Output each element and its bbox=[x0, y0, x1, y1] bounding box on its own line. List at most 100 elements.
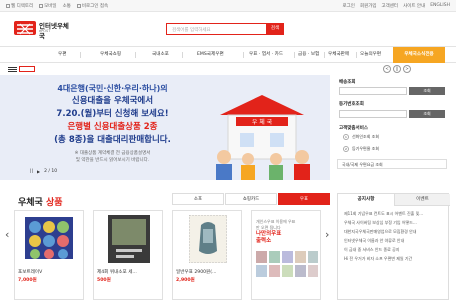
nav-item-shopping[interactable]: 우체국쇼핑 bbox=[100, 47, 121, 63]
banner-indicator bbox=[19, 66, 35, 72]
tracking-search-button[interactable]: 조회 bbox=[409, 87, 445, 95]
registered-search-button[interactable]: 조회 bbox=[409, 110, 445, 118]
banner-note-1: ※ 대출상품 계약체결 전 금융상품설명서 bbox=[74, 151, 151, 156]
banner-line-5: (총 8종)을 대출대리판매합니다. bbox=[54, 135, 171, 145]
promo-headline-line-1: 나만의우표 bbox=[256, 231, 282, 237]
tab-event[interactable]: 이벤트 bbox=[394, 194, 450, 206]
post-office-illustration-icon: 우 체 국 bbox=[216, 95, 310, 180]
registered-number-input[interactable] bbox=[339, 110, 407, 118]
carousel-prev-icon[interactable]: ‹ bbox=[5, 228, 13, 242]
product-price: 2,900원 bbox=[176, 278, 195, 283]
notice-item[interactable]: 제11회 기념우표 컨트도 표시 어벤트 진출 및... bbox=[344, 211, 423, 217]
nav-item-special[interactable]: 우체국소식전용 bbox=[393, 47, 445, 63]
nav-item-sales[interactable]: 우체국판매 bbox=[328, 47, 349, 63]
nav-item-stamps[interactable]: 우표 · 엽서 · 카드 bbox=[249, 47, 283, 63]
banner-line-4: 은행별 신용대출상품 2종 bbox=[67, 122, 158, 132]
search-input[interactable]: 검색어를 입력하세요 bbox=[172, 27, 211, 33]
delivery-tracking-label: 배송조회 bbox=[339, 80, 356, 85]
pause-icon[interactable]: || bbox=[393, 65, 401, 73]
hamburger-menu-icon[interactable] bbox=[8, 67, 17, 68]
tab-stamps[interactable]: 우표 bbox=[278, 193, 330, 205]
notice-item[interactable]: 인터넷우체국 이름과 안 야류로 안내 bbox=[344, 238, 404, 244]
topbar-mobile[interactable]: 모바일 bbox=[39, 3, 57, 9]
banner-text: 4대은행(국민·신한·우리·하나)의 신용대출을 우체국에서 7.20.(월)부… bbox=[30, 82, 195, 164]
post-logo-icon bbox=[14, 21, 36, 35]
product-image-badges bbox=[25, 217, 73, 259]
topbar-web-directory[interactable]: 웹 디렉토리 bbox=[6, 3, 33, 9]
topbar-community[interactable]: 소통 bbox=[63, 3, 71, 9]
service-item-2[interactable]: 2 등기우편물 조회 bbox=[343, 146, 379, 152]
product-title-accent: 상품 bbox=[45, 198, 63, 208]
tracking-panel: 배송조회 조회 등기번호조회 조회 고객맞춤서비스 1 선화인조회 조회 2 등… bbox=[337, 75, 449, 180]
main-banner[interactable]: 4대은행(국민·신한·우리·하나)의 신용대출을 우체국에서 7.20.(월)부… bbox=[0, 75, 330, 180]
customer-center-link[interactable]: 고객센터 bbox=[382, 3, 399, 9]
nav-item-ems[interactable]: EMS국제우편 bbox=[197, 47, 224, 63]
nav-item-parcel[interactable]: 국내소포 bbox=[152, 47, 169, 63]
promo-headline-line-2: 출력소 bbox=[256, 238, 272, 244]
circle-icon: 1 bbox=[343, 134, 349, 140]
circle-icon: 2 bbox=[343, 146, 349, 152]
notice-item[interactable]: 대한지국우체국판매영업으로 모집환경 안내 bbox=[344, 229, 416, 235]
tab-parcel[interactable]: 소포 bbox=[172, 193, 224, 205]
service-item-label: 등기우편물 조회 bbox=[352, 146, 380, 151]
logo-subtext: ePOST bbox=[39, 29, 51, 33]
product-title-main: 우체국 bbox=[18, 198, 43, 208]
product-name: 제4회 위내소포 세... bbox=[97, 270, 137, 275]
nav-divider bbox=[135, 52, 136, 58]
nav-item-today[interactable]: 오늘의우편 bbox=[360, 47, 381, 63]
login-link[interactable]: 로그인 bbox=[343, 3, 355, 9]
banner-line-2: 신용대출을 우체국에서 bbox=[71, 96, 154, 106]
product-section-title: 우체국 상품 bbox=[18, 195, 63, 208]
promo-card[interactable]: 개인스우표 이용에 우표 만 오면 됩니다 나만의우표 출력소 bbox=[251, 210, 321, 300]
product-card[interactable]: 제4회 위내소포 세... 500원 bbox=[93, 210, 163, 300]
next-icon[interactable]: > bbox=[403, 65, 411, 73]
epost-logo[interactable]: 인터넷우체국 ePOST bbox=[14, 20, 69, 40]
search-box[interactable]: 검색어를 입력하세요 검색 bbox=[166, 23, 284, 35]
service-item-1[interactable]: 1 선화인조회 조회 bbox=[343, 134, 379, 140]
banner-play-button[interactable]: ▶ bbox=[37, 169, 40, 174]
nav-divider bbox=[294, 52, 295, 58]
sub-bar: < || > bbox=[0, 64, 456, 74]
product-price: 500원 bbox=[97, 278, 111, 283]
banner-pause-button[interactable]: || bbox=[30, 169, 33, 174]
photo-stamp-grid-icon bbox=[256, 251, 318, 277]
promo-text: 개인스우표 이용에 우표 만 오면 됩니다 bbox=[256, 219, 295, 231]
nav-item-mail[interactable]: 우편 bbox=[58, 47, 66, 63]
product-image-stamp bbox=[189, 215, 227, 263]
product-name: 포보트레이V bbox=[18, 270, 43, 275]
nav-divider bbox=[356, 52, 357, 58]
english-link[interactable]: ENGLISH bbox=[430, 3, 450, 9]
banner-line-1: 4대은행(국민·신한·우리·하나)의 bbox=[57, 84, 168, 93]
postage-lookup-button[interactable]: 국내/국제 우편요금 조회 bbox=[337, 159, 447, 169]
nav-divider bbox=[182, 52, 183, 58]
nav-divider bbox=[324, 52, 325, 58]
notice-item[interactable]: Hi 전 우거가 비자 소프 우편변 제일 기간 bbox=[344, 256, 412, 262]
product-price: 7,000원 bbox=[18, 278, 37, 283]
product-tabs: 소포 쇼핑카드 우표 bbox=[172, 193, 330, 205]
banner-counter: 2 / 10 bbox=[44, 169, 58, 174]
prev-icon[interactable]: < bbox=[383, 65, 391, 73]
nav-item-finance[interactable]: 금융 · 보험 bbox=[298, 47, 319, 63]
banner-line-3: 7.20.(월)부터 신청해 보세요! bbox=[56, 109, 169, 119]
main-nav: 우편 우체국쇼핑 국내소포 EMS국제우편 우표 · 엽서 · 카드 금융 · … bbox=[0, 46, 456, 63]
product-card[interactable]: 포보트레이V 7,000원 bbox=[14, 210, 84, 300]
top-utility-bar: 웹 디렉토리 모바일 소통 비로그인 접속 로그인 회원가입 고객센터 사이트 … bbox=[0, 0, 456, 12]
tracking-number-input[interactable] bbox=[339, 87, 407, 95]
notice-item[interactable]: 우체국 사이버팅 보상심 부정 기입 어떻드... bbox=[344, 220, 417, 226]
registered-mail-label: 등기번호조회 bbox=[339, 102, 364, 107]
notice-item[interactable]: 이 금내 중 서비스 안드 종료 공지 bbox=[344, 247, 399, 253]
post-office-sign: 우 체 국 bbox=[252, 118, 273, 126]
signup-link[interactable]: 회원가입 bbox=[360, 3, 377, 9]
notice-panel: 공지사항 이벤트 제11회 기념우표 컨트도 표시 어벤트 진출 및... 우체… bbox=[337, 193, 450, 300]
banner-note-2: 및 약관을 반드시 읽어보시기 바랍니다. bbox=[75, 158, 150, 163]
banner-controls: || ▶ 2 / 10 bbox=[30, 169, 57, 174]
product-card[interactable]: 일반우표 2900원(... 2,900원 bbox=[172, 210, 242, 300]
search-button[interactable]: 검색 bbox=[266, 23, 284, 35]
service-item-label: 선화인조회 조회 bbox=[352, 134, 380, 139]
carousel-next-icon[interactable]: › bbox=[325, 228, 333, 242]
tab-notice[interactable]: 공지사항 bbox=[338, 194, 394, 206]
product-name: 일반우표 2900원(... bbox=[176, 270, 217, 275]
nav-divider bbox=[80, 52, 81, 58]
site-guide-link[interactable]: 사이트 안내 bbox=[403, 3, 425, 9]
tab-shopping-card[interactable]: 쇼핑카드 bbox=[225, 193, 277, 205]
